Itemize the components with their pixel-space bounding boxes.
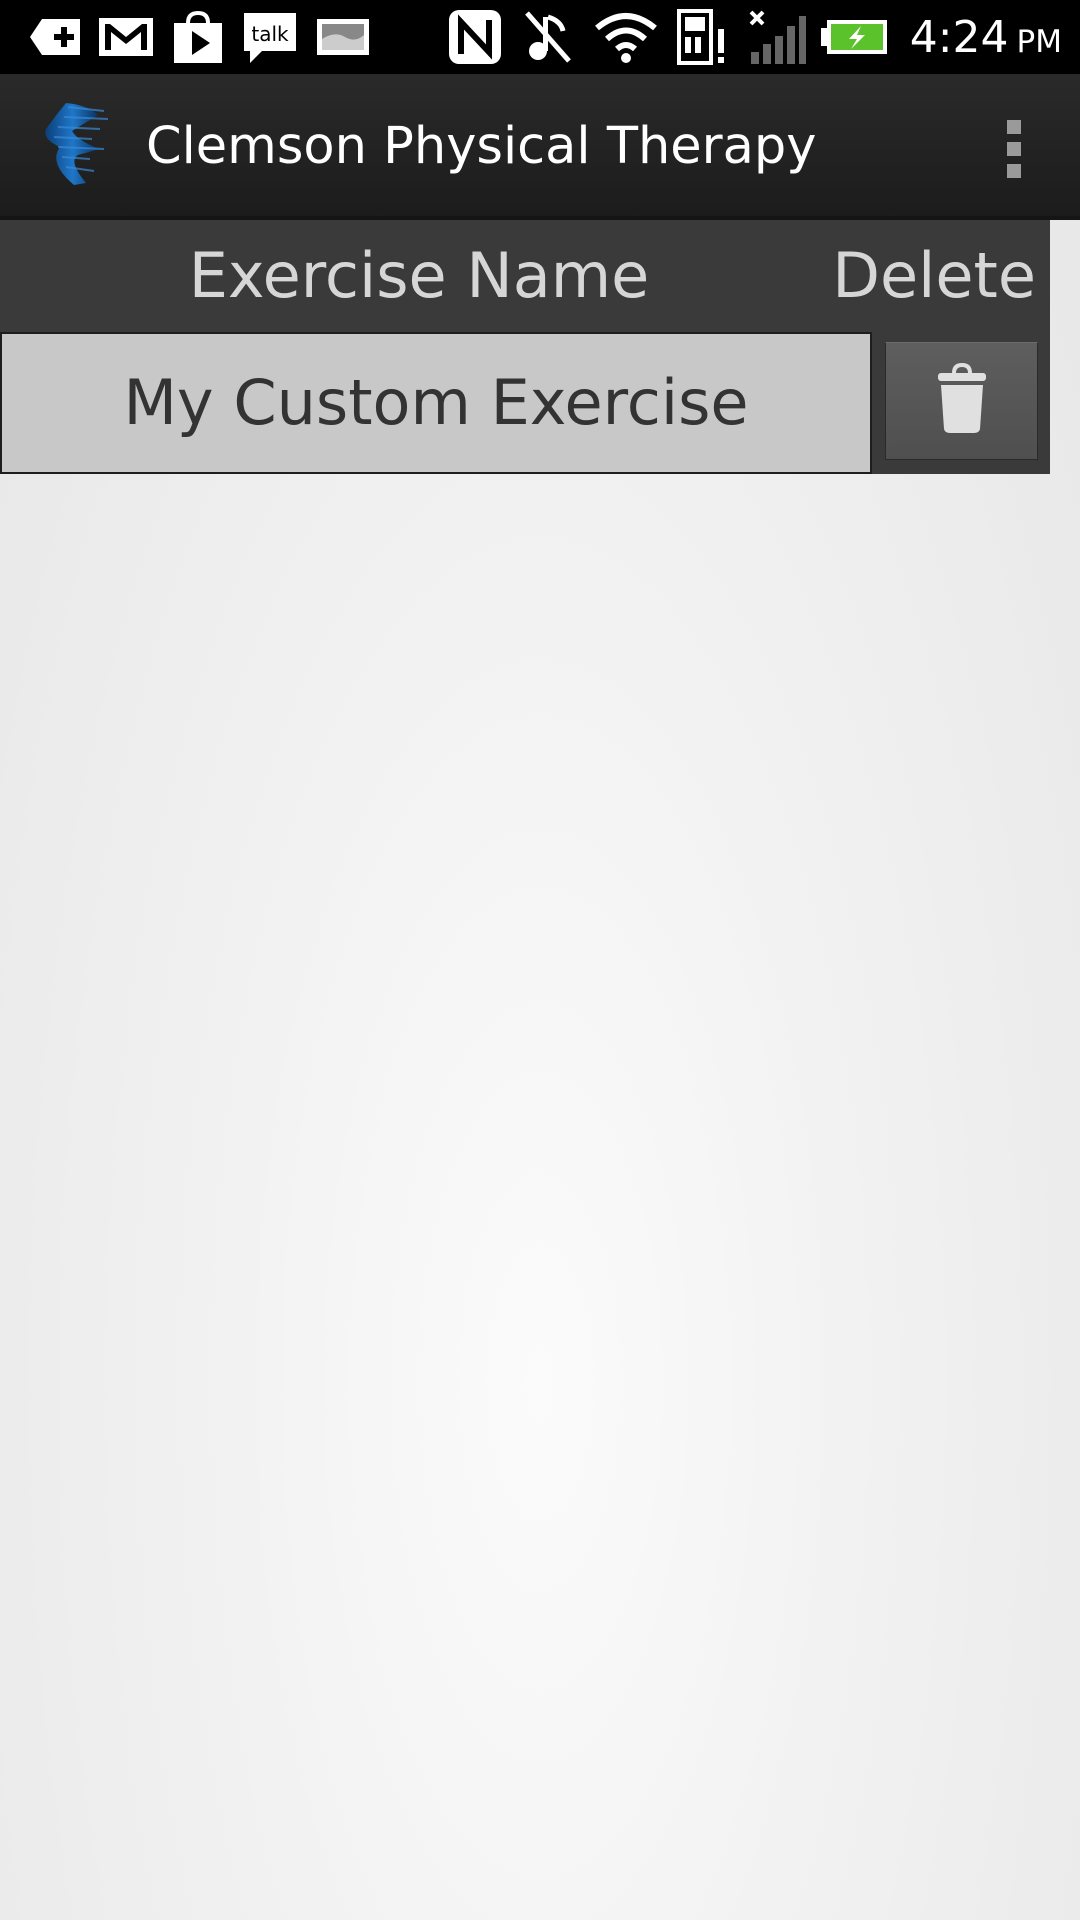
- table-header: Exercise Name Delete: [0, 220, 1050, 332]
- header-delete: Delete: [832, 239, 1036, 312]
- app-title: Clemson Physical Therapy: [146, 117, 817, 176]
- exercise-name-cell[interactable]: My Custom Exercise: [0, 332, 872, 474]
- action-bar: Clemson Physical Therapy: [0, 74, 1080, 220]
- table-row: My Custom Exercise: [0, 332, 1050, 474]
- runner-logo-icon[interactable]: [38, 101, 120, 187]
- play-store-icon: [168, 0, 228, 74]
- menu-dot: [1007, 164, 1021, 178]
- overflow-menu-icon[interactable]: [984, 116, 1044, 182]
- nfc-icon: [446, 0, 504, 74]
- google-plus-icon: [26, 0, 84, 74]
- gmail-icon: [96, 0, 156, 74]
- clock-time: 4:24: [909, 11, 1009, 63]
- talk-icon: talk: [240, 0, 300, 74]
- menu-dot: [1007, 120, 1021, 134]
- menu-dot: [1007, 142, 1021, 156]
- status-clock: 4:24 PM: [910, 0, 1062, 74]
- image-icon: [314, 0, 372, 74]
- music-muted-icon: [520, 0, 576, 74]
- wifi-icon: [592, 0, 660, 74]
- delete-button[interactable]: [885, 342, 1038, 460]
- clock-ampm: PM: [1016, 24, 1062, 60]
- battery-charging-icon: [820, 0, 890, 74]
- svg-text:talk: talk: [251, 22, 289, 46]
- trash-icon: [936, 362, 988, 439]
- status-bar: talk 4:24 PM: [0, 0, 1080, 74]
- exercise-table: Exercise Name Delete My Custom Exercise: [0, 220, 1050, 474]
- signal-icon: [746, 0, 808, 74]
- sd-card-warning-icon: [674, 0, 730, 74]
- header-exercise-name: Exercise Name: [188, 239, 650, 312]
